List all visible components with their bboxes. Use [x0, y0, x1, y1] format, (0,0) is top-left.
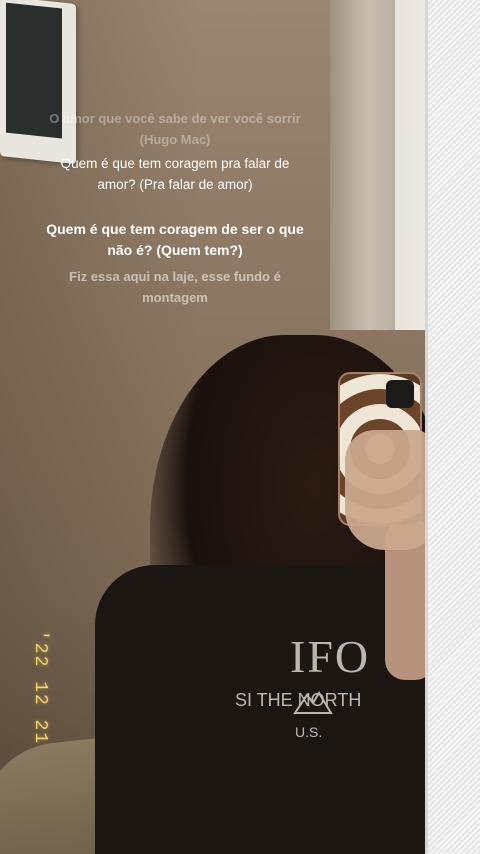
mirror-edge — [425, 0, 480, 854]
caption-text: Fiz essa aqui na laje, esse fundo é mont… — [69, 269, 281, 305]
sweater-country-text: U.S. — [295, 724, 323, 740]
camera-icon — [386, 380, 414, 408]
hand — [345, 430, 435, 550]
lyric-line-bold: Quem é que tem coragem de ser o que não … — [46, 221, 304, 258]
sweater-print: IFO SI THE NORTH U.S. — [235, 630, 405, 750]
date-stamp: '22 12 21 — [30, 630, 50, 746]
lyric-line-faded: O amor que você sabe de ver você sorrir … — [49, 111, 301, 147]
sweater-brand-text: SI THE NORTH — [235, 690, 362, 710]
lyric-line: Quem é que tem coragem pra falar de amor… — [60, 156, 290, 192]
door-frame — [330, 0, 400, 330]
sweater-logo-text: IFO — [290, 631, 371, 682]
